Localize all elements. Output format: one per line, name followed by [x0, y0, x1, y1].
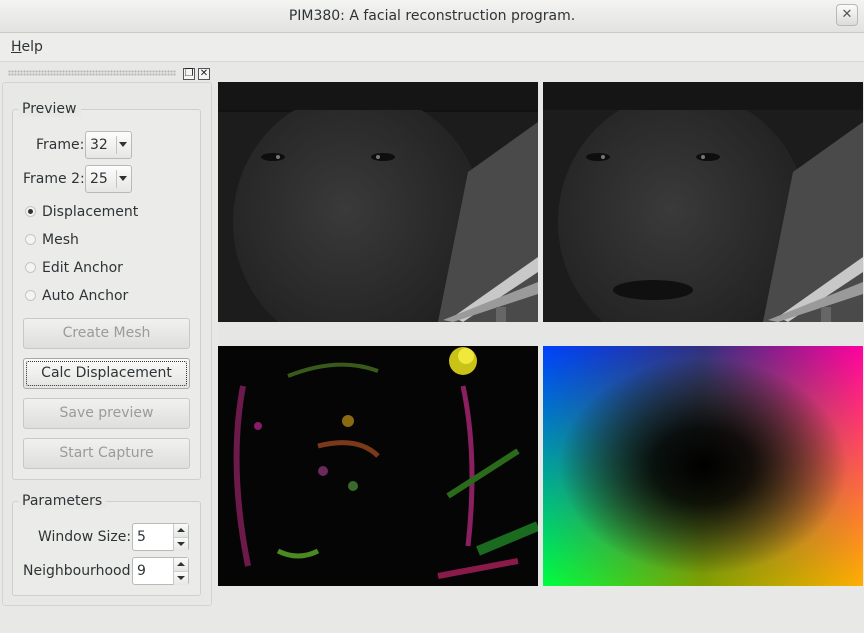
window-size-label: Window Size:	[38, 529, 132, 545]
close-icon: ✕	[199, 68, 209, 79]
combo-separator	[116, 170, 117, 188]
spin-up-icon[interactable]	[173, 524, 188, 537]
menu-bar	[0, 33, 864, 62]
radio-edit-anchor[interactable]	[25, 262, 36, 273]
chevron-down-icon	[119, 142, 127, 147]
start-capture-button[interactable]: Start Capture	[23, 438, 190, 469]
window-close-button[interactable]: ✕	[836, 4, 858, 26]
frame-value: 32	[90, 137, 108, 153]
spin-down-icon[interactable]	[173, 537, 188, 551]
close-icon: ✕	[841, 7, 853, 22]
face-image-frame2	[543, 82, 863, 322]
radio-displacement-label[interactable]: Displacement	[42, 204, 138, 220]
displacement-image	[218, 346, 538, 586]
frame2-combo[interactable]: 25	[85, 165, 132, 193]
radio-auto-anchor-label[interactable]: Auto Anchor	[42, 288, 128, 304]
window-size-spinbox[interactable]: 5	[132, 523, 189, 551]
radio-edit-anchor-label[interactable]: Edit Anchor	[42, 260, 123, 276]
preview-group-title: Preview	[18, 101, 81, 117]
frame-label: Frame:	[36, 137, 85, 153]
menu-help-accel: H	[11, 39, 22, 55]
parameters-group-title: Parameters	[18, 493, 107, 509]
radio-mesh-label[interactable]: Mesh	[42, 232, 79, 248]
combo-separator	[116, 136, 117, 154]
radio-displacement[interactable]	[25, 206, 36, 217]
radio-mesh[interactable]	[25, 234, 36, 245]
radio-auto-anchor[interactable]	[25, 290, 36, 301]
frame2-value: 25	[90, 171, 108, 187]
dock-grip[interactable]	[8, 70, 176, 76]
dock-close-button[interactable]: ✕	[198, 68, 210, 80]
focus-ring	[26, 361, 187, 386]
calc-displacement-button[interactable]: Calc Displacement	[23, 358, 190, 389]
face-image-frame1	[218, 82, 538, 322]
neighbourhood-value: 9	[137, 563, 146, 579]
spin-up-icon[interactable]	[173, 558, 188, 571]
menu-help[interactable]: Help	[11, 39, 43, 55]
neighbourhood-label: Neighbourhood:	[23, 563, 136, 579]
neighbourhood-spinbox[interactable]: 9	[132, 557, 189, 585]
frame1-image	[218, 82, 538, 322]
menu-help-label: elp	[21, 39, 43, 55]
flow-color-legend	[543, 346, 863, 586]
displacement-field	[218, 346, 538, 586]
window-size-value: 5	[137, 529, 146, 545]
image-separator	[218, 322, 864, 346]
frame2-label: Frame 2:	[23, 171, 85, 187]
spin-down-icon[interactable]	[173, 571, 188, 585]
frame2-image	[543, 82, 863, 322]
status-area	[0, 612, 864, 633]
create-mesh-button[interactable]: Create Mesh	[23, 318, 190, 349]
window-title: PIM380: A facial reconstruction program.	[288, 8, 576, 24]
chevron-down-icon	[119, 176, 127, 181]
frame-combo[interactable]: 32	[85, 131, 132, 159]
color-wheel-legend	[543, 346, 863, 586]
float-icon: ❐	[184, 68, 194, 79]
dock-float-button[interactable]: ❐	[183, 68, 195, 80]
save-preview-button[interactable]: Save preview	[23, 398, 190, 429]
